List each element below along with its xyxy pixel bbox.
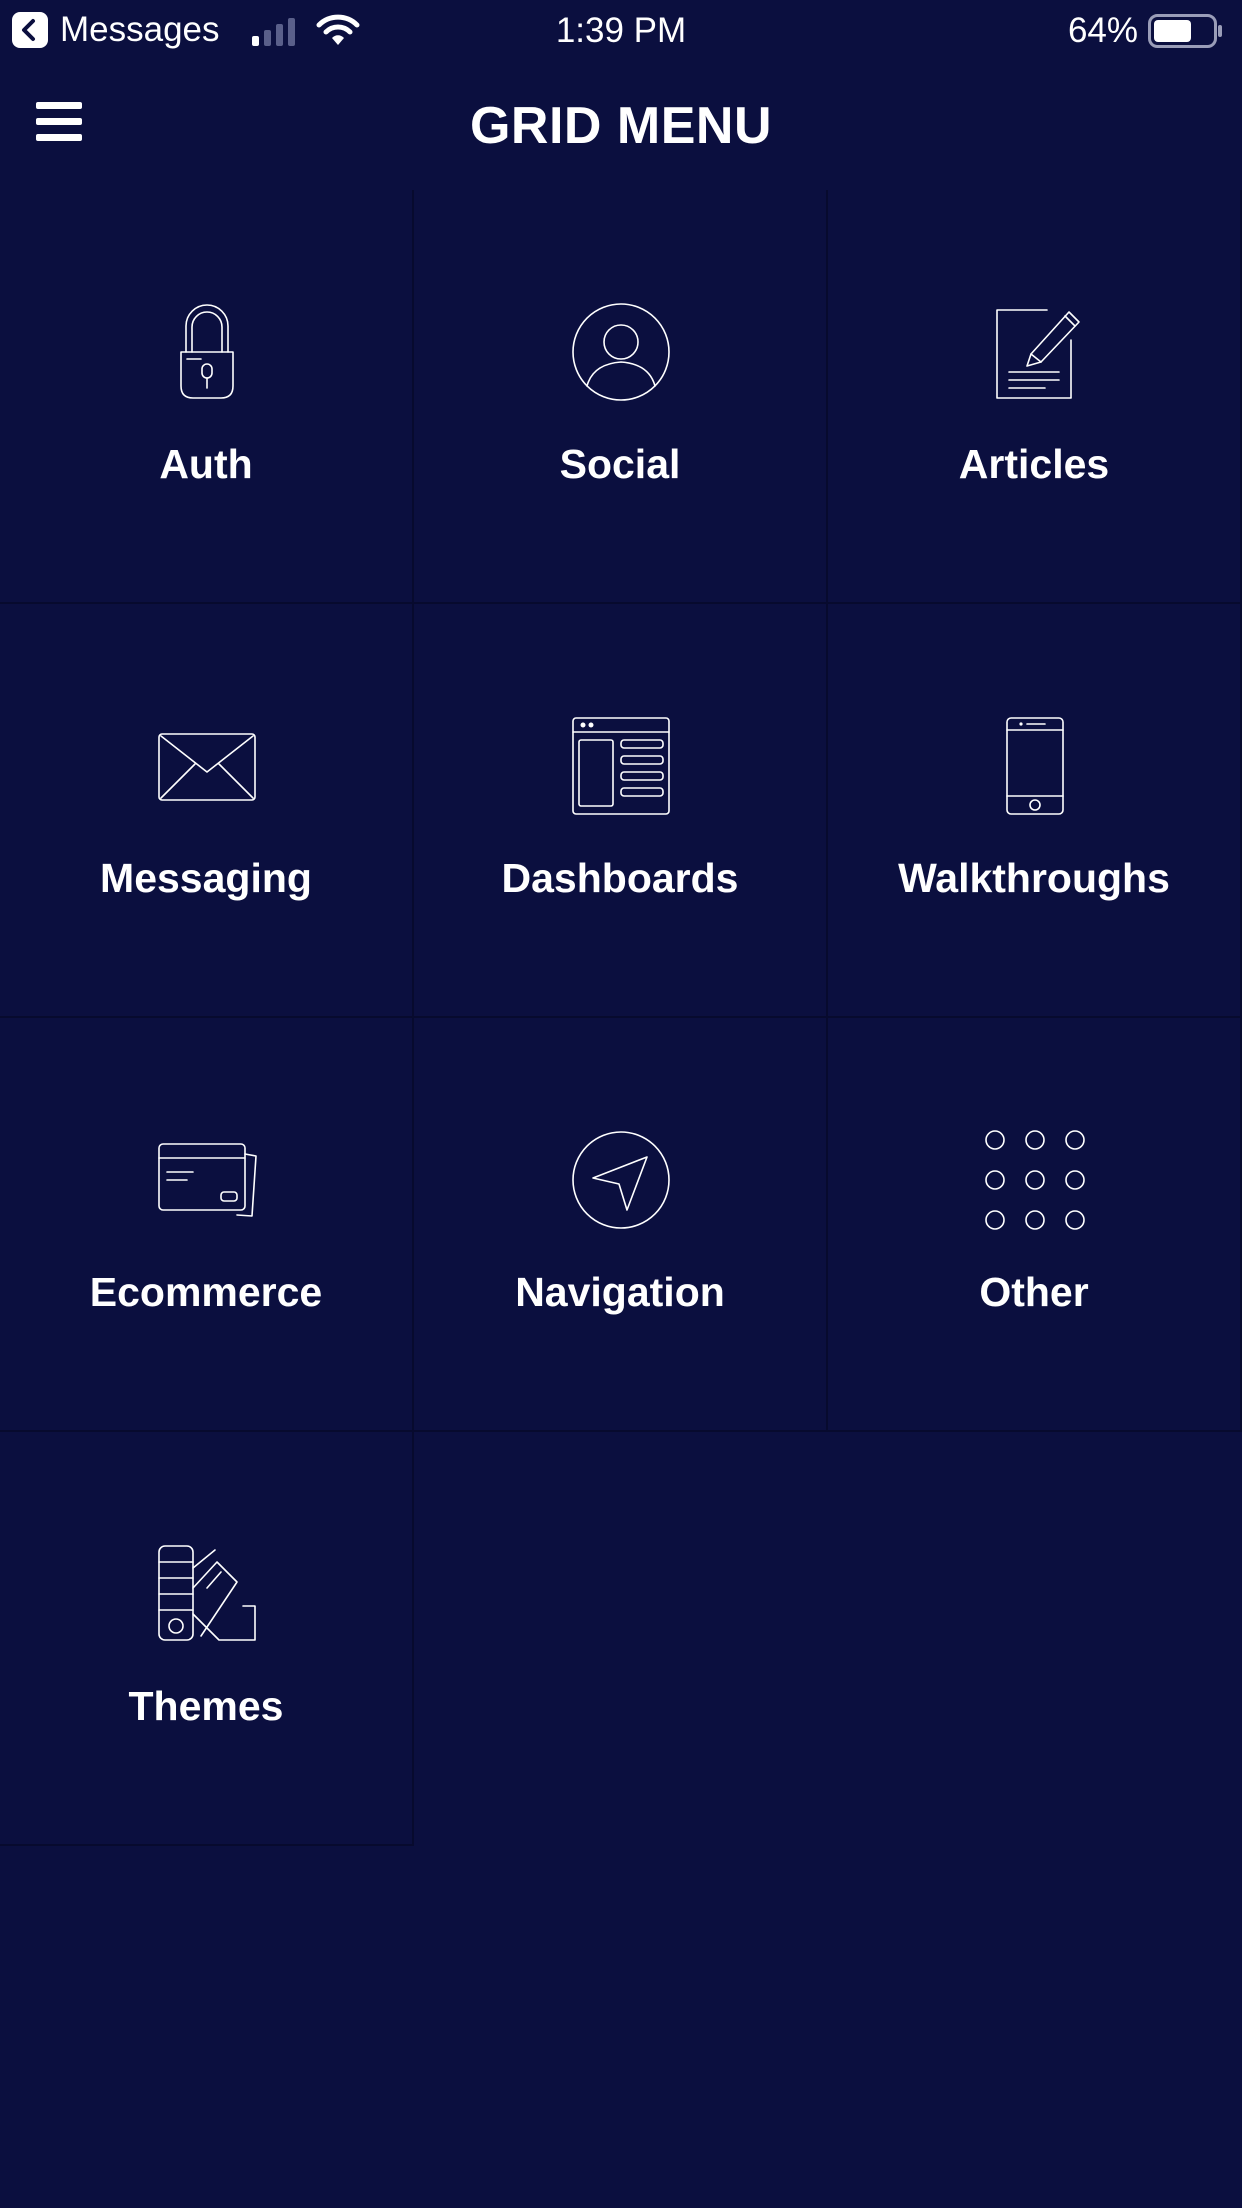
dashboard-layout-icon <box>572 717 670 815</box>
app-header: GRID MENU <box>0 62 1242 190</box>
tile-label: Messaging <box>100 855 312 901</box>
battery-percentage: 64% <box>1067 11 1138 50</box>
menu-tile-articles[interactable]: Articles <box>828 190 1242 604</box>
menu-tile-other[interactable]: Other <box>828 1018 1242 1432</box>
envelope-icon <box>158 733 256 801</box>
tile-label: Social <box>559 441 681 487</box>
status-bar: Messages 1:39 PM 64% <box>0 0 1242 62</box>
smartphone-icon <box>1006 717 1064 815</box>
battery-icon <box>1148 14 1222 48</box>
menu-grid: Auth Social Articles Messaging Dashboard… <box>0 190 1242 1846</box>
navigation-arrow-icon <box>572 1131 670 1229</box>
page-title: GRID MENU <box>469 97 773 155</box>
credit-card-icon <box>158 1143 257 1217</box>
status-time: 1:39 PM <box>555 11 687 50</box>
tile-label: Ecommerce <box>89 1269 323 1315</box>
lock-icon <box>180 304 234 399</box>
tile-label: Dashboards <box>501 855 739 901</box>
user-profile-icon <box>572 303 670 401</box>
tile-label: Other <box>979 1269 1089 1315</box>
tile-label: Walkthroughs <box>898 855 1170 901</box>
menu-tile-messaging[interactable]: Messaging <box>0 604 414 1018</box>
menu-tile-ecommerce[interactable]: Ecommerce <box>0 1018 414 1432</box>
menu-tile-themes[interactable]: Themes <box>0 1432 414 1846</box>
tile-label: Navigation <box>515 1269 725 1315</box>
menu-tile-auth[interactable]: Auth <box>0 190 414 604</box>
grid-dots-icon <box>985 1130 1085 1230</box>
tile-label: Articles <box>958 441 1110 487</box>
menu-tile-navigation[interactable]: Navigation <box>414 1018 828 1432</box>
menu-tile-dashboards[interactable]: Dashboards <box>414 604 828 1018</box>
menu-tile-walkthroughs[interactable]: Walkthroughs <box>828 604 1242 1018</box>
menu-tile-social[interactable]: Social <box>414 190 828 604</box>
color-swatches-icon <box>158 1545 256 1641</box>
document-edit-icon <box>996 309 1080 399</box>
tile-label: Auth <box>159 441 253 487</box>
tile-label: Themes <box>128 1683 284 1729</box>
